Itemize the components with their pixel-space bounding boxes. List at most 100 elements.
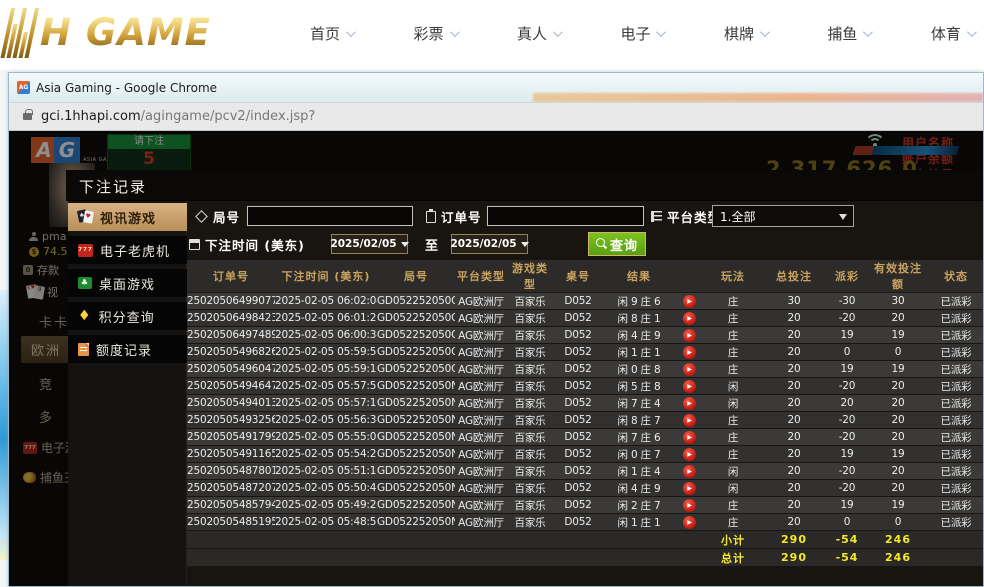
menu-item-1[interactable]: 777电子老虎机 [68, 236, 187, 264]
cell-12: 已派彩 [927, 446, 983, 463]
cell-0: 250205064990775 [187, 293, 275, 310]
play-video-button[interactable]: ▶ [683, 516, 696, 529]
round-input[interactable] [247, 206, 413, 226]
cell-5: D052 [553, 293, 603, 310]
cell-9: 20 [763, 463, 825, 480]
play-video-button[interactable]: ▶ [683, 329, 696, 342]
menu-item-4[interactable]: 额度记录 [68, 335, 187, 363]
cell-3: AG欧洲厅 [455, 293, 507, 310]
cell-10: -20 [825, 310, 869, 327]
nav-label: 首页 [310, 23, 340, 44]
cell-0: 250205054851952 [187, 514, 275, 531]
nav-item-5[interactable]: 捕鱼 [827, 23, 870, 44]
cell-0: 250205054946477 [187, 378, 275, 395]
cell-0: 250205054960473 [187, 361, 275, 378]
table-row: 2502050549682662025-02-05 05:59:55GD0522… [187, 344, 983, 361]
summary-cell [553, 531, 603, 549]
table-header: 订单号下注时间 (美东)局号平台类型游戏类型桌号结果玩法总投注派彩有效投注额状态 [187, 260, 983, 293]
table-row: 2502050549179972025-02-05 05:55:01GD0522… [187, 429, 983, 446]
cell-9: 20 [763, 327, 825, 344]
summary-cell [377, 549, 455, 567]
play-video-button[interactable]: ▶ [683, 499, 696, 512]
play-video-button[interactable]: ▶ [683, 448, 696, 461]
chevron-down-icon [449, 27, 459, 37]
url-bar[interactable]: gci.1hhapi.com/agingame/pcv2/index.jsp? [9, 102, 983, 131]
replay-cell: ▶ [675, 463, 703, 480]
chrome-titlebar[interactable]: AG Asia Gaming - Google Chrome [9, 73, 983, 102]
cell-9: 20 [763, 446, 825, 463]
cell-2: GD052252050NY [377, 395, 455, 412]
cell-9: 20 [763, 395, 825, 412]
cell-10: -20 [825, 378, 869, 395]
cell-4: 百家乐 [507, 344, 553, 361]
col-header-11: 有效投注额 [869, 260, 927, 293]
nav-item-1[interactable]: 彩票 [413, 23, 456, 44]
cell-11: 0 [869, 514, 927, 531]
cell-12: 已派彩 [927, 514, 983, 531]
cell-11: 0 [869, 344, 927, 361]
cell-8: 闲 [703, 480, 763, 497]
date-from-picker[interactable]: 2025/02/05 [331, 234, 408, 254]
cell-1: 2025-02-05 05:55:01 [275, 429, 377, 446]
cell-2: GD052252050O1 [377, 361, 455, 378]
nav-item-6[interactable]: 体育 [931, 23, 974, 44]
cell-4: 百家乐 [507, 497, 553, 514]
modal-menu: 视讯游戏 777电子老虎机 ♣桌面游戏 ♦积分查询额度记录 [68, 203, 187, 368]
menu-item-0[interactable]: 视讯游戏 [68, 203, 187, 231]
cell-8: 闲 [703, 395, 763, 412]
cell-11: 20 [869, 310, 927, 327]
col-header-0: 订单号 [187, 260, 275, 293]
play-video-button[interactable]: ▶ [683, 312, 696, 325]
menu-item-3[interactable]: ♦积分查询 [68, 302, 187, 330]
site-logo[interactable]: H GAME [6, 6, 211, 58]
cell-9: 20 [763, 361, 825, 378]
cell-12: 已派彩 [927, 480, 983, 497]
play-video-button[interactable]: ▶ [683, 346, 696, 359]
nav-item-4[interactable]: 棋牌 [724, 23, 767, 44]
cell-2: GD052252050NZ [377, 378, 455, 395]
nav-item-2[interactable]: 真人 [517, 23, 560, 44]
cell-2: GD052252050NO [377, 480, 455, 497]
cell-2: GD052252050O3 [377, 327, 455, 344]
subtotal-row: 小计290-54246 [187, 531, 983, 549]
table-row: 2502050549464772025-02-05 05:57:52GD0522… [187, 378, 983, 395]
play-video-button[interactable]: ▶ [683, 397, 696, 410]
records-table: 订单号下注时间 (美东)局号平台类型游戏类型桌号结果玩法总投注派彩有效投注额状态… [187, 260, 983, 567]
cell-3: AG欧洲厅 [455, 361, 507, 378]
nav-item-0[interactable]: 首页 [310, 23, 353, 44]
cell-10: 19 [825, 327, 869, 344]
summary-cell [455, 549, 507, 567]
cell-5: D052 [553, 514, 603, 531]
play-video-button[interactable]: ▶ [683, 465, 696, 478]
menu-item-label: 额度记录 [96, 340, 152, 359]
round-label: 局号 [197, 207, 240, 226]
replay-cell: ▶ [675, 412, 703, 429]
play-video-button[interactable]: ▶ [683, 482, 696, 495]
cell-12: 已派彩 [927, 429, 983, 446]
cell-10: 19 [825, 446, 869, 463]
nav-item-3[interactable]: 电子 [620, 23, 663, 44]
play-video-button[interactable]: ▶ [683, 380, 696, 393]
order-input[interactable] [487, 206, 644, 226]
cell-6: 闲 7 庄 6 [603, 429, 675, 446]
summary-cell [507, 531, 553, 549]
col-header-9: 总投注 [763, 260, 825, 293]
summary-cell [275, 531, 377, 549]
play-video-button[interactable]: ▶ [683, 431, 696, 444]
date-to-picker[interactable]: 2025/02/05 [451, 234, 528, 254]
replay-cell: ▶ [675, 293, 703, 310]
table-row: 2502050549116572025-02-05 05:54:25GD0522… [187, 446, 983, 463]
cell-12: 已派彩 [927, 378, 983, 395]
play-video-button[interactable]: ▶ [683, 295, 696, 308]
table-row: 2502050549401352025-02-05 05:57:15GD0522… [187, 395, 983, 412]
col-header-4: 游戏类型 [507, 260, 553, 293]
menu-item-2[interactable]: ♣桌面游戏 [68, 269, 187, 297]
cell-6: 闲 9 庄 6 [603, 293, 675, 310]
play-video-button[interactable]: ▶ [683, 414, 696, 427]
platform-select[interactable]: 1.全部 [712, 205, 854, 227]
col-header-7 [675, 260, 703, 293]
play-video-button[interactable]: ▶ [683, 363, 696, 376]
nav-label: 棋牌 [724, 23, 754, 44]
chevron-down-icon [967, 27, 977, 37]
search-button[interactable]: 查询 [588, 232, 646, 256]
